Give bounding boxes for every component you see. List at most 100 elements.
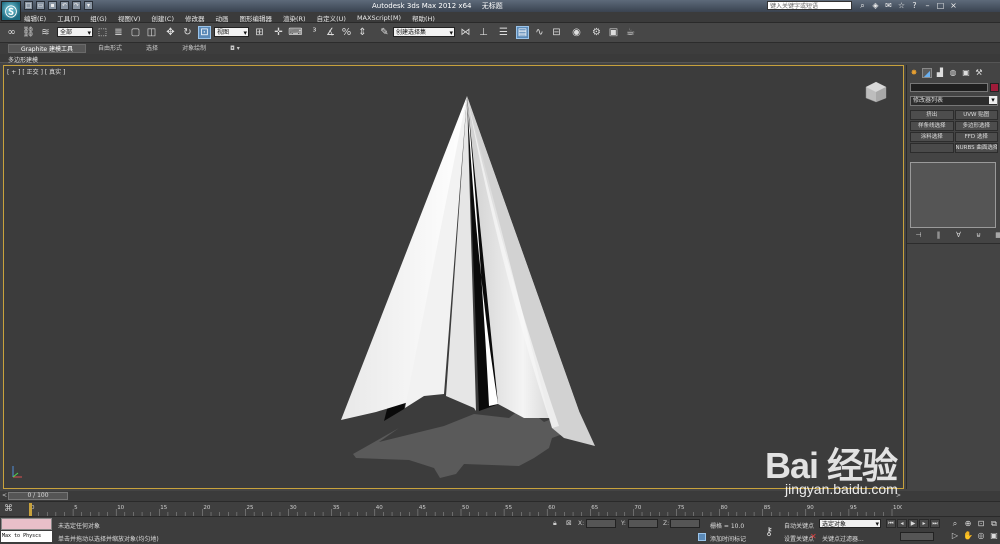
menu-create[interactable]: 创建(C) <box>151 13 174 23</box>
x-coord-field[interactable] <box>586 519 616 528</box>
named-selection-select[interactable]: 创建选择集 <box>393 27 455 38</box>
tab-graphite[interactable]: Graphite 建模工具 <box>8 44 87 53</box>
polygon-modeling-label[interactable]: 多边形建模 <box>8 55 38 64</box>
empty-modifier-slot[interactable] <box>910 143 954 153</box>
y-coord-field[interactable] <box>628 519 658 528</box>
selection-set-select[interactable]: 选定对象 <box>819 519 881 529</box>
go-to-end-icon[interactable]: ⏭ <box>930 519 940 528</box>
tab-object-paint[interactable]: 对象绘制 <box>170 44 218 53</box>
absolute-mode-icon[interactable]: ⊠ <box>566 519 572 527</box>
edit-named-sel-icon[interactable]: ✎ <box>378 26 391 39</box>
material-editor-icon[interactable]: ◉ <box>570 26 583 39</box>
next-frame-icon[interactable]: ▸ <box>919 519 929 528</box>
ref-coord-select[interactable]: 视图 <box>214 27 249 38</box>
viewport[interactable]: [ + ] [ 正交 ] [ 真实 ] <box>3 65 904 489</box>
rendered-frame-icon[interactable]: ▣ <box>607 26 620 39</box>
layer-manager-icon[interactable]: ☰ <box>497 26 510 39</box>
open-mini-curve-editor-icon[interactable]: ⌘ <box>4 504 13 514</box>
search-icon[interactable]: ⌕ <box>858 1 867 10</box>
move-icon[interactable]: ✥ <box>164 26 177 39</box>
pivot-center-icon[interactable]: ⊞ <box>253 26 266 39</box>
viewcube-icon[interactable] <box>865 81 887 103</box>
hierarchy-tab-icon[interactable]: ▟ <box>935 68 945 78</box>
spinner-snap-icon[interactable]: ⇕ <box>356 26 369 39</box>
nurbs-surface-select-button[interactable]: NURBS 曲面选择 <box>954 143 998 153</box>
open-file-icon[interactable]: ▭ <box>36 1 45 10</box>
align-icon[interactable]: ⊥ <box>477 26 490 39</box>
mirror-icon[interactable]: ⋈ <box>459 26 472 39</box>
key-icon[interactable]: ⚷ <box>765 525 773 538</box>
ribbon-options-icon[interactable]: ◘ ▾ <box>218 44 252 53</box>
pan-icon[interactable]: ✋ <box>963 531 973 541</box>
show-end-result-icon[interactable]: ‖ <box>933 231 944 240</box>
utilities-tab-icon[interactable]: ⚒ <box>974 68 984 78</box>
help-icon[interactable]: ? <box>910 1 919 10</box>
tab-freeform[interactable]: 自由形式 <box>86 44 134 53</box>
curve-editor-icon[interactable]: ∿ <box>533 26 546 39</box>
key-filters-button[interactable]: 关键点过滤器... <box>822 534 864 543</box>
zoom-extents-icon[interactable]: ⊡ <box>976 519 986 529</box>
menu-customize[interactable]: 自定义(U) <box>317 13 346 23</box>
undo-icon[interactable]: ↶ <box>60 1 69 10</box>
key-filter-icon[interactable]: ✕ <box>810 532 819 541</box>
menu-modifiers[interactable]: 修改器 <box>185 13 205 23</box>
save-file-icon[interactable]: ▪ <box>48 1 57 10</box>
tab-selection[interactable]: 选择 <box>134 44 170 53</box>
rect-selection-icon[interactable]: ▢ <box>129 26 142 39</box>
current-frame-marker[interactable] <box>29 503 32 516</box>
remove-modifier-icon[interactable]: ⊌ <box>973 231 984 240</box>
time-slider[interactable]: < 0 / 100 > <box>0 491 1000 501</box>
close-icon[interactable]: × <box>949 1 958 10</box>
display-tab-icon[interactable]: ▣ <box>961 68 971 78</box>
menu-views[interactable]: 视图(V) <box>118 13 141 23</box>
menu-tools[interactable]: 工具(T) <box>57 13 79 23</box>
select-object-icon[interactable]: ⬚ <box>96 26 109 39</box>
time-next-button[interactable]: > <box>896 492 901 499</box>
object-color-swatch[interactable] <box>990 83 999 92</box>
menu-edit[interactable]: 编辑(E) <box>24 13 46 23</box>
object-name-field[interactable] <box>910 83 988 92</box>
maxscript-input[interactable]: Max to Physcs <box>1 531 52 542</box>
time-slider-handle[interactable]: 0 / 100 <box>8 492 68 500</box>
select-by-name-icon[interactable]: ≣ <box>112 26 125 39</box>
favorites-icon[interactable]: ☆ <box>897 1 906 10</box>
maximize-viewport-icon[interactable]: ▣ <box>989 531 999 541</box>
uvw-map-button[interactable]: UVW 贴图 <box>954 110 998 120</box>
paint-select-button[interactable]: 涂料选择 <box>910 132 954 142</box>
unlink-icon[interactable]: ⛓ <box>22 26 35 39</box>
minimize-icon[interactable]: – <box>923 1 932 10</box>
modifier-stack[interactable] <box>910 162 996 228</box>
time-tag-icon[interactable] <box>698 533 706 541</box>
current-frame-field[interactable] <box>900 532 934 541</box>
menu-group[interactable]: 组(G) <box>90 13 107 23</box>
menu-animation[interactable]: 动画 <box>216 13 229 23</box>
track-bar[interactable]: ⌘ 0 5 10 15 20 25 30 35 40 45 50 55 60 65 70 75 80 85 90 95… <box>0 501 1000 516</box>
search-input[interactable]: 键入关键字或短语 <box>767 1 852 10</box>
zoom-icon[interactable]: ⌕ <box>950 519 960 529</box>
project-folder-icon[interactable]: ▾ <box>84 1 93 10</box>
auto-key-button[interactable]: 自动关键点 <box>784 521 814 530</box>
modify-tab-icon[interactable]: ◢ <box>922 68 932 78</box>
track-ruler[interactable]: 0 5 10 15 20 25 30 35 40 45 50 55 60 65 70 75 80 85 90 95 10… <box>22 502 902 517</box>
menu-graph-editors[interactable]: 图形编辑器 <box>240 13 273 23</box>
keyboard-shortcut-icon[interactable]: ⌨ <box>288 26 302 39</box>
subscription-icon[interactable]: ◈ <box>871 1 880 10</box>
menu-maxscript[interactable]: MAXScript(M) <box>357 14 401 22</box>
play-icon[interactable]: ▶ <box>908 519 918 528</box>
create-tab-icon[interactable]: ✸ <box>909 68 919 78</box>
bind-space-warp-icon[interactable]: ≋ <box>39 26 52 39</box>
pin-stack-icon[interactable]: ⊣ <box>913 231 924 240</box>
prev-frame-icon[interactable]: ◂ <box>897 519 907 528</box>
poly-select-button[interactable]: 多边形选择 <box>954 121 998 131</box>
new-file-icon[interactable]: □ <box>24 1 33 10</box>
snap-toggle-icon[interactable]: ³ <box>308 26 321 39</box>
render-setup-icon[interactable]: ⚙ <box>590 26 603 39</box>
percent-snap-icon[interactable]: % <box>340 26 353 39</box>
modifier-list-select[interactable]: 修改器列表 <box>910 96 998 106</box>
selection-filter-select[interactable]: 全部 <box>57 27 93 38</box>
time-prev-button[interactable]: < <box>2 492 7 499</box>
maxscript-listener[interactable] <box>1 518 52 530</box>
add-time-tag-button[interactable]: 添加时间标记 <box>710 534 746 543</box>
redo-icon[interactable]: ↷ <box>72 1 81 10</box>
zoom-all-icon[interactable]: ⊕ <box>963 519 973 529</box>
